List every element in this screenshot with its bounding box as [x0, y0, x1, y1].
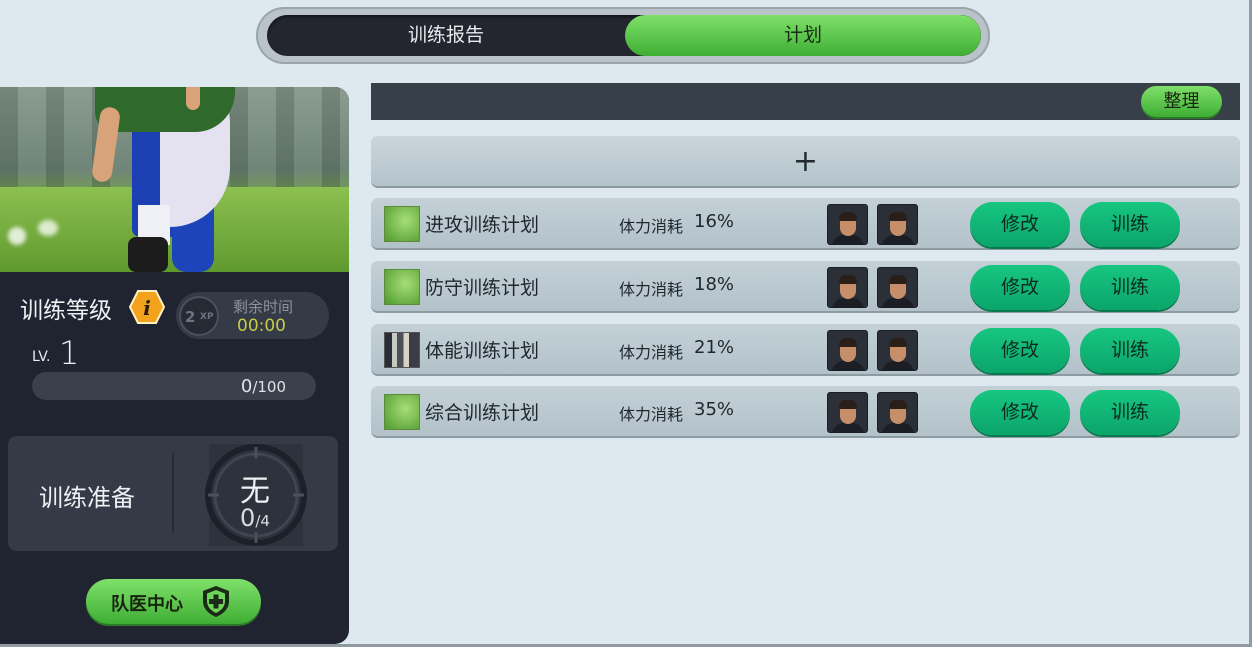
plan-name: 体能训练计划 [425, 340, 540, 362]
stamina-cost-label: 体力消耗 [619, 405, 684, 424]
stamina-cost-value: 21% [694, 337, 735, 358]
stamina-cost-label: 体力消耗 [619, 217, 684, 236]
grass-field-thumbnail [384, 394, 420, 430]
player-avatar[interactable] [877, 204, 918, 245]
plan-row[interactable]: 体能训练计划 体力消耗 21% 修改 训练 [371, 324, 1240, 376]
player-avatar[interactable] [827, 204, 868, 245]
medical-shield-icon [203, 586, 229, 617]
train-button[interactable]: 训练 [1080, 202, 1180, 247]
train-button[interactable]: 训练 [1080, 265, 1180, 310]
plan-row[interactable]: 防守训练计划 体力消耗 18% 修改 训练 [371, 261, 1240, 313]
tab-plan[interactable]: 计划 [625, 15, 981, 56]
xp-progress-text: 0/100 [240, 376, 286, 397]
grass-field-thumbnail [384, 269, 420, 305]
player-avatar[interactable] [877, 392, 918, 433]
sort-button[interactable]: 整理 [1141, 86, 1222, 117]
plan-row[interactable]: 综合训练计划 体力消耗 35% 修改 训练 [371, 386, 1240, 438]
remaining-time-label: 剩余时间 [233, 298, 294, 316]
grass-field-thumbnail [384, 206, 420, 242]
plan-toolbar: 整理 [371, 83, 1240, 120]
edit-plan-button[interactable]: 修改 [970, 328, 1070, 373]
double-xp-icon: 2 XP [179, 296, 219, 336]
prep-item-slot[interactable]: 无 0/4 [205, 444, 307, 546]
xp-progress-bar: 0/100 [32, 372, 316, 400]
prep-slot-count: 0/4 [240, 504, 270, 532]
player-avatar[interactable] [827, 267, 868, 308]
training-level-panel: 训练等级 i 2XP 剩余时间 00:00 LV. 1 0/100 训练准备 [0, 87, 349, 644]
stamina-cost-value: 16% [694, 211, 735, 232]
team-doctor-button[interactable]: 队医中心 [86, 579, 261, 624]
svg-text:i: i [143, 296, 151, 320]
train-button[interactable]: 训练 [1080, 390, 1180, 435]
training-prep-label: 训练准备 [39, 484, 135, 512]
edit-plan-button[interactable]: 修改 [970, 265, 1070, 310]
edit-plan-button[interactable]: 修改 [970, 202, 1070, 247]
stamina-cost-label: 体力消耗 [619, 343, 684, 362]
tab-switch-track: 训练报告 计划 [267, 15, 981, 56]
plan-row[interactable]: 进攻训练计划 体力消耗 16% 修改 训练 [371, 198, 1240, 250]
add-plan-button[interactable]: + [371, 136, 1240, 188]
training-prep-box: 训练准备 无 0/4 [8, 436, 338, 551]
level-value: 1 [59, 334, 80, 372]
player-avatar[interactable] [827, 330, 868, 371]
edit-plan-button[interactable]: 修改 [970, 390, 1070, 435]
gym-thumbnail [384, 332, 420, 368]
remaining-time-value: 00:00 [237, 316, 286, 336]
divider [172, 453, 174, 533]
stamina-cost-value: 35% [694, 399, 735, 420]
player-avatar[interactable] [827, 392, 868, 433]
training-level-title: 训练等级 [20, 298, 112, 324]
player-avatar[interactable] [877, 330, 918, 371]
plan-name: 综合训练计划 [425, 402, 540, 424]
train-button[interactable]: 训练 [1080, 328, 1180, 373]
plan-name: 防守训练计划 [425, 277, 540, 299]
tab-switch: 训练报告 计划 [256, 7, 990, 64]
tab-training-report[interactable]: 训练报告 [267, 15, 625, 56]
stamina-cost-label: 体力消耗 [619, 280, 684, 299]
player-photo [0, 87, 349, 272]
player-avatar[interactable] [877, 267, 918, 308]
remaining-time-pill: 2 XP 剩余时间 00:00 [176, 292, 329, 339]
info-icon[interactable]: i [129, 290, 165, 324]
level-prefix: LV. [32, 349, 51, 365]
plan-name: 进攻训练计划 [425, 214, 540, 236]
stamina-cost-value: 18% [694, 274, 735, 295]
